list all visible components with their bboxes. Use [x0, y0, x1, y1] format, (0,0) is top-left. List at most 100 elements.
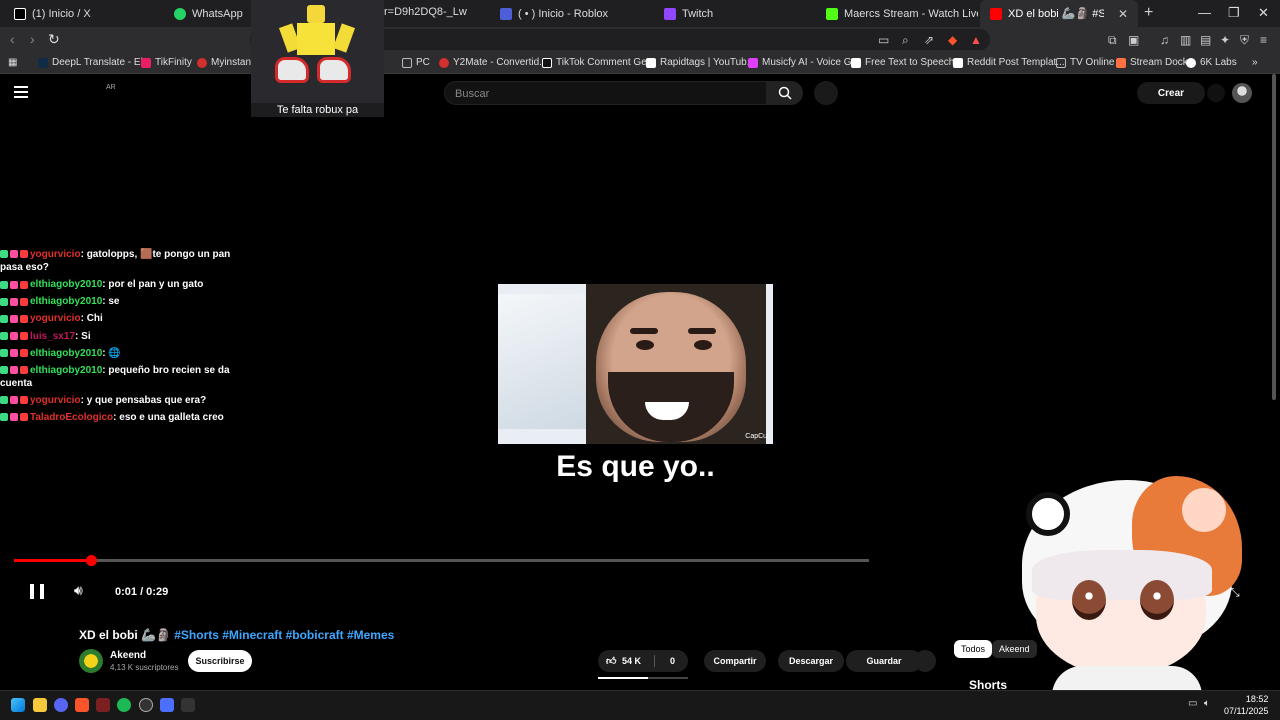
thumbs-up-icon[interactable]: 👍︎	[606, 655, 616, 667]
chat-message: yogurvicio: y que pensabas que era?	[0, 394, 245, 407]
share-button[interactable]: Compartir	[704, 650, 766, 672]
like-count[interactable]: 54 K	[622, 656, 641, 666]
search-button[interactable]	[767, 81, 803, 105]
tab-label: Maercs Stream - Watch Live on K	[844, 7, 978, 20]
close-window-button[interactable]: ✕	[1258, 5, 1269, 21]
bookmark-rapidtags[interactable]: Rapidtags | YouTub...	[646, 57, 755, 68]
tab-roblox[interactable]: ( • ) Inicio - Roblox	[490, 0, 650, 27]
bookmark-6k-labs[interactable]: 6K Labs	[1186, 57, 1237, 68]
tab-twitch[interactable]: Twitch	[654, 0, 814, 27]
brave-rewards-icon[interactable]: ▲	[970, 33, 982, 47]
cast-icon[interactable]: ▭	[878, 33, 889, 47]
chat-username[interactable]: elthiagoby2010	[30, 279, 102, 290]
chat-username[interactable]: luis_sx17	[30, 331, 75, 342]
apps-icon[interactable]: ▦	[8, 57, 17, 68]
chat-text: Si	[81, 330, 91, 342]
bookmark-y2mate[interactable]: Y2Mate - Convertid...	[439, 57, 547, 68]
maximize-button[interactable]: ❐	[1228, 5, 1240, 21]
search-input[interactable]: Buscar	[444, 81, 767, 105]
bookmark-label: TV Online	[1070, 57, 1115, 68]
more-actions-button[interactable]	[914, 650, 936, 672]
wallet-icon[interactable]: ▤	[1200, 33, 1211, 47]
speaker-icon[interactable]: 🔈︎	[1204, 698, 1210, 709]
app-icon[interactable]	[181, 698, 195, 712]
music-icon[interactable]: ♫	[1160, 33, 1169, 47]
download-button[interactable]: Descargar	[778, 650, 844, 672]
close-tab-icon[interactable]: ✕	[1118, 7, 1128, 21]
volume-icon[interactable]: 🔊︎	[74, 582, 83, 599]
chat-username[interactable]: elthiagoby2010	[30, 296, 102, 307]
minimize-button[interactable]: —	[1198, 5, 1211, 20]
app-icon[interactable]	[160, 698, 174, 712]
chat-username[interactable]: yogurvicio	[30, 249, 81, 260]
channel-avatar[interactable]	[79, 649, 103, 673]
network-icon[interactable]: ▭	[1188, 698, 1197, 709]
chat-username[interactable]: elthiagoby2010	[30, 365, 102, 376]
create-button[interactable]: Crear	[1137, 82, 1205, 104]
obs-icon[interactable]	[139, 698, 153, 712]
bookmark-tv-online[interactable]: TV Online	[1056, 57, 1114, 68]
reload-button[interactable]: ↻	[48, 31, 60, 48]
tab-x[interactable]: (1) Inicio / X	[4, 0, 164, 27]
system-clock[interactable]: 18:52 07/11/2025	[1224, 693, 1268, 717]
screenshot-icon[interactable]: ▣	[1128, 33, 1139, 47]
account-avatar[interactable]	[1232, 83, 1252, 103]
bookmark-tts[interactable]: Free Text to Speech...	[851, 57, 963, 68]
tab-youtube-active[interactable]: XD el bobi 🦾🗿 #Shorts #M ✕	[980, 0, 1138, 27]
menu-hamburger-icon[interactable]	[14, 86, 28, 98]
progress-scrubber[interactable]	[85, 555, 97, 566]
bookmark-reddit-template[interactable]: Reddit Post Templat...	[953, 57, 1065, 68]
bookmark-deepl[interactable]: DeepL Translate - El...	[38, 57, 151, 68]
more-bookmarks-icon[interactable]: »	[1252, 57, 1258, 68]
file-explorer-icon[interactable]	[33, 698, 47, 712]
video-title-hashtags[interactable]: #Shorts #Minecraft #bobicraft #Memes	[174, 628, 394, 642]
vpn-icon[interactable]: ⛨	[1240, 33, 1249, 48]
subscribe-button[interactable]: Suscribirse	[188, 650, 252, 672]
chat-text: 🌐	[108, 347, 121, 359]
bookmarks-bar: ▦ DeepL Translate - El... TikFinity Myin…	[0, 52, 1280, 74]
filter-chip-all[interactable]: Todos	[954, 640, 993, 658]
roblox-overlay-text: Te falta robux pa	[251, 103, 384, 117]
bookmark-musicfy[interactable]: Musicfy AI - Voice G...	[748, 57, 860, 68]
spotify-icon[interactable]	[117, 698, 131, 712]
channel-name[interactable]: Akeend	[110, 650, 146, 661]
page-scrollbar[interactable]	[1272, 74, 1278, 404]
windows-start-icon[interactable]	[11, 698, 25, 712]
bookmark-tiktok-comment[interactable]: TikTok Comment Ge...	[542, 57, 655, 68]
chat-username[interactable]: elthiagoby2010	[30, 348, 102, 359]
tab-kick[interactable]: Maercs Stream - Watch Live on K	[816, 0, 978, 27]
video-progress-bar[interactable]	[14, 555, 869, 566]
chat-username[interactable]: yogurvicio	[30, 314, 81, 325]
zoom-icon[interactable]: ⌕	[902, 33, 909, 48]
bookmark-tikfinity[interactable]: TikFinity	[141, 57, 192, 68]
bookmark-stream-dock[interactable]: Stream Dock	[1116, 57, 1188, 68]
ai-icon[interactable]: ✦	[1220, 33, 1230, 47]
navigation-bar: ‹ › ↻ ▭ ⌕ ⇗ ◆ ▲ ⧉ ▣ ♫ ▥ ▤ ✦ ⛨ ≡	[0, 27, 1280, 52]
menu-icon[interactable]: ≡	[1260, 33, 1267, 47]
dislike-count[interactable]: 0	[670, 656, 675, 666]
like-ratio-bar	[598, 677, 688, 679]
url-text[interactable]: r=D9h2DQ8-_Lw	[384, 6, 467, 18]
app-icon[interactable]	[96, 698, 110, 712]
voice-search-button[interactable]	[814, 81, 838, 105]
brave-shield-icon[interactable]: ◆	[948, 33, 957, 47]
pause-button[interactable]	[30, 584, 44, 599]
new-tab-button[interactable]: +	[1144, 4, 1153, 22]
share-icon[interactable]: ⇗	[924, 33, 934, 47]
brave-browser-icon[interactable]	[75, 698, 89, 712]
sidebar-icon[interactable]: ▥	[1180, 33, 1191, 47]
back-button[interactable]: ‹	[10, 31, 15, 47]
extensions-icon[interactable]: ⧉	[1108, 33, 1117, 48]
notifications-button[interactable]	[1207, 84, 1225, 102]
bookmark-folder-pc[interactable]: PC	[402, 57, 430, 68]
bookmark-myinstants[interactable]: Myinstants	[197, 57, 259, 68]
chat-username[interactable]: yogurvicio	[30, 395, 81, 406]
youtube-icon	[990, 7, 1002, 20]
discord-icon[interactable]	[54, 698, 68, 712]
save-button[interactable]: Guardar	[846, 650, 922, 672]
forward-button[interactable]: ›	[30, 31, 35, 47]
chat-message: elthiagoby2010: se	[0, 295, 245, 308]
video-frame[interactable]: CapCut	[498, 284, 773, 444]
chat-username[interactable]: TaladroEcologico	[30, 412, 113, 423]
capcut-watermark: CapCut	[745, 433, 769, 440]
